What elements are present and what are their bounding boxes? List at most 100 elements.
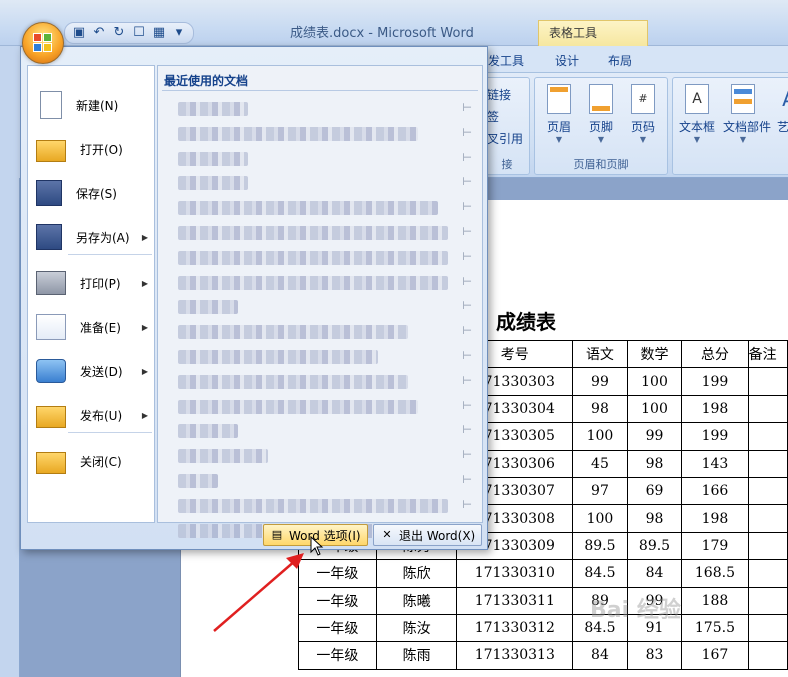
recent-document-item[interactable] [178,275,448,290]
table-cell[interactable]: 199 [681,367,749,396]
table-cell[interactable]: 一年级 [298,613,377,643]
table-cell[interactable]: 陈曦 [375,586,458,615]
office-button[interactable] [22,22,64,64]
table-cell[interactable] [747,641,788,670]
table-cell[interactable] [747,613,788,643]
select-icon[interactable]: ▦ [151,25,167,41]
pin-icon[interactable]: ⊢ [462,349,472,362]
table-cell[interactable]: 171330312 [456,613,574,643]
table-cell[interactable]: 100 [626,394,683,424]
recent-document-item[interactable] [178,151,248,166]
pin-icon[interactable]: ⊢ [462,473,472,486]
table-cell[interactable]: 199 [681,422,749,451]
table-cell[interactable]: 171330311 [456,586,574,615]
menu-item-save-as[interactable]: 另存为(A) ▶ [28,216,154,258]
save-icon[interactable]: ▣ [71,25,87,41]
table-cell[interactable] [747,559,788,588]
header-button[interactable]: 页眉 ▼ [539,84,579,144]
table-cell[interactable]: 166 [681,476,749,506]
table-cell[interactable]: 84.5 [572,559,628,588]
wordart-button[interactable]: A 艺术 [769,84,788,135]
table-cell[interactable]: 陈雨 [375,641,458,670]
table-cell[interactable] [747,586,788,615]
pin-icon[interactable]: ⊢ [462,324,472,337]
table-cell[interactable] [747,367,788,396]
pin-icon[interactable]: ⊢ [462,423,472,436]
table-cell[interactable] [747,449,788,478]
tab-layout[interactable]: 布局 [608,52,632,69]
recent-document-item[interactable] [178,399,418,414]
exit-word-button[interactable]: ✕ 退出 Word(X) [373,524,483,546]
table-cell[interactable]: 99 [572,367,628,396]
pin-icon[interactable]: ⊢ [462,448,472,461]
recent-document-item[interactable] [178,102,248,116]
table-cell[interactable]: 69 [626,476,683,506]
menu-item-prepare[interactable]: 准备(E) ▶ [28,306,154,348]
recent-document-item[interactable] [178,201,438,216]
table-cell[interactable] [747,422,788,451]
menu-item-close[interactable]: 关闭(C) [28,440,154,482]
recent-document-item[interactable] [178,374,408,389]
table-cell[interactable] [747,531,788,561]
table-cell[interactable]: 198 [681,504,749,533]
table-cell[interactable]: 98 [572,394,628,424]
table-cell[interactable]: 98 [626,449,683,478]
redo-icon[interactable]: ↻ [111,25,127,41]
cross-reference-button[interactable]: 叉引用 [487,130,523,147]
quick-parts-button[interactable]: 文档部件 ▼ [723,84,771,144]
table-cell[interactable]: 84 [626,559,683,588]
pin-icon[interactable]: ⊢ [462,101,472,114]
table-cell[interactable]: 175.5 [681,613,749,643]
recent-document-item[interactable] [178,126,418,141]
bookmark-button[interactable]: 签 [487,108,499,125]
pin-icon[interactable]: ⊢ [462,275,472,288]
table-cell[interactable]: 171330313 [456,641,574,670]
pin-icon[interactable]: ⊢ [462,374,472,387]
table-cell[interactable]: 89.5 [572,531,628,561]
print-preview-icon[interactable]: ☐ [131,25,147,41]
recent-document-item[interactable] [178,176,248,191]
table-cell[interactable] [747,504,788,533]
table-cell[interactable]: 陈欣 [375,559,458,588]
table-cell[interactable]: 45 [572,449,628,478]
table-cell[interactable]: 89.5 [626,531,683,561]
pin-icon[interactable]: ⊢ [462,151,472,164]
pin-icon[interactable]: ⊢ [462,299,472,312]
table-cell[interactable]: 171330310 [456,559,574,588]
pin-icon[interactable]: ⊢ [462,250,472,263]
table-cell[interactable]: 97 [572,476,628,506]
table-cell[interactable]: 143 [681,449,749,478]
recent-document-item[interactable] [178,325,408,340]
tab-developer[interactable]: 发工具 [488,52,524,69]
table-cell[interactable]: 168.5 [681,559,749,588]
recent-document-item[interactable] [178,226,448,240]
pin-icon[interactable]: ⊢ [462,399,472,412]
table-cell[interactable]: 100 [572,504,628,533]
recent-document-item[interactable] [178,350,378,364]
menu-item-new[interactable]: 新建(N) [28,84,154,126]
recent-document-item[interactable] [178,498,448,513]
table-cell[interactable]: 84 [572,641,628,670]
table-cell[interactable] [747,394,788,424]
pin-icon[interactable]: ⊢ [462,498,472,511]
footer-button[interactable]: 页脚 ▼ [581,84,621,144]
menu-item-send[interactable]: 发送(D) ▶ [28,350,154,392]
table-cell[interactable]: 83 [626,641,683,670]
pin-icon[interactable]: ⊢ [462,126,472,139]
undo-icon[interactable]: ↶ [91,25,107,41]
pin-icon[interactable]: ⊢ [462,175,472,188]
page-number-button[interactable]: # 页码 ▼ [623,84,663,144]
table-cell[interactable]: 一年级 [298,559,377,588]
table-cell[interactable]: 98 [626,504,683,533]
table-cell[interactable] [747,476,788,506]
menu-item-open[interactable]: 打开(O) [28,128,154,170]
table-cell[interactable]: 188 [681,586,749,615]
menu-item-print[interactable]: 打印(P) ▶ [28,262,154,304]
customize-dropdown-icon[interactable]: ▾ [171,25,187,41]
recent-document-item[interactable] [178,424,238,439]
menu-item-publish[interactable]: 发布(U) ▶ [28,394,154,436]
table-cell[interactable]: 一年级 [298,586,377,615]
table-cell[interactable]: 179 [681,531,749,561]
table-cell[interactable]: 一年级 [298,641,377,670]
pin-icon[interactable]: ⊢ [462,225,472,238]
